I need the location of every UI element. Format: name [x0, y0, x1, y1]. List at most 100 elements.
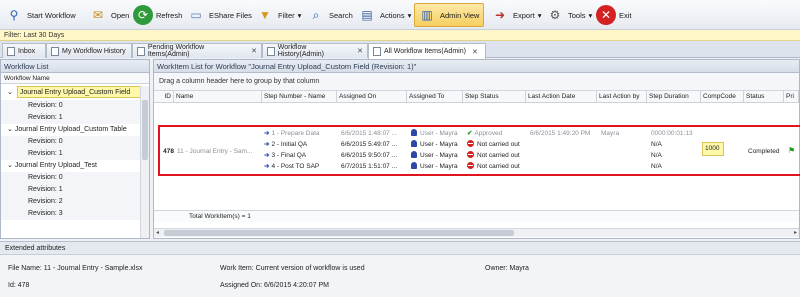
- file-name-value: File Name: 11 - Journal Entry - Sample.x…: [8, 265, 143, 272]
- highlight-box: [158, 125, 800, 176]
- tree-node-revision[interactable]: Revision: 0: [1, 136, 141, 148]
- tree-node-workflow[interactable]: ⌄ Journal Entry Upload_Custom Table: [1, 124, 141, 136]
- toolbar: ⚲ Start Workflow ✉ Open ⟳ Refresh ▭ ESha…: [0, 0, 800, 30]
- expand-chevron-icon[interactable]: ⌄: [7, 162, 13, 169]
- tab-label: All Workflow Items(Admin): [384, 48, 466, 55]
- open-label: Open: [111, 10, 130, 20]
- refresh-label: Refresh: [156, 10, 183, 20]
- column-header-step[interactable]: Step Number - Name: [262, 91, 337, 103]
- tab-label: My Workflow History: [62, 47, 126, 55]
- column-header-step-duration[interactable]: Step Duration: [647, 91, 701, 103]
- admin-view-label: Admin View: [440, 10, 480, 20]
- envelope-icon: ✉: [92, 8, 104, 22]
- worklist-panel: WorkItem List for Workflow "Journal Entr…: [153, 59, 800, 239]
- group-by-hint[interactable]: Drag a column header here to group by th…: [154, 73, 799, 91]
- actions-label: Actions: [380, 10, 405, 20]
- tools-button[interactable]: ⚙ Tools ▾: [545, 3, 593, 27]
- start-workflow-button[interactable]: ⚲ Start Workflow: [4, 3, 76, 27]
- open-button[interactable]: ✉ Open: [88, 3, 129, 27]
- tab-my-workflow-history[interactable]: My Workflow History: [46, 43, 132, 58]
- export-arrow-icon: ➜: [494, 8, 506, 22]
- tree-node-workflow[interactable]: ⌄ Journal Entry Upload_Custom Field: [1, 86, 141, 100]
- column-header-status[interactable]: Status: [744, 91, 784, 103]
- tab-bar: Inbox My Workflow History Pending Workfl…: [0, 41, 800, 59]
- id-value: Id: 478: [8, 282, 30, 289]
- eshare-files-button[interactable]: ▭ EShare Files: [186, 3, 252, 27]
- tree-node-workflow[interactable]: ⌄ Journal Entry Upload_Test: [1, 160, 141, 172]
- close-icon[interactable]: ✕: [357, 47, 363, 55]
- worklist-title: WorkItem List for Workflow "Journal Entr…: [154, 60, 799, 73]
- tab-inbox[interactable]: Inbox: [2, 43, 46, 58]
- assigned-on-value: Assigned On: 6/6/2015 4:20:07 PM: [220, 282, 329, 289]
- tab-workflow-history[interactable]: Workflow History(Admin) ✕: [262, 43, 368, 58]
- tree-node-revision[interactable]: Revision: 1: [1, 148, 141, 160]
- tree-node-label: Journal Entry Upload_Custom Table: [14, 126, 127, 133]
- expand-chevron-icon[interactable]: ⌄: [7, 89, 13, 96]
- scroll-left-icon[interactable]: ◂: [156, 229, 159, 238]
- exit-button[interactable]: ✕ Exit: [596, 3, 632, 27]
- tree-node-label: Journal Entry Upload_Custom Field: [16, 86, 141, 98]
- close-icon[interactable]: ✕: [472, 48, 478, 56]
- search-button[interactable]: ⌕ Search: [306, 3, 353, 27]
- export-button[interactable]: ➜ Export ▾: [490, 3, 541, 27]
- filter-button[interactable]: ▼ Filter ▾: [255, 3, 301, 27]
- export-label: Export: [513, 10, 535, 20]
- column-header-name[interactable]: Name: [174, 91, 262, 103]
- dropdown-arrow-icon: ▾: [297, 10, 302, 20]
- document-icon: [373, 47, 381, 56]
- tools-label: Tools: [568, 10, 586, 20]
- admin-view-icon: ▥: [421, 8, 433, 22]
- tree-node-revision[interactable]: Revision: 2: [1, 196, 141, 208]
- close-icon[interactable]: ✕: [251, 47, 257, 55]
- column-header-step-status[interactable]: Step Status: [463, 91, 526, 103]
- tab-label: Inbox: [18, 47, 36, 55]
- refresh-button[interactable]: ⟳ Refresh: [133, 3, 182, 27]
- actions-document-icon: ▤: [361, 8, 373, 22]
- workflow-list-title: Workflow List: [1, 60, 149, 73]
- column-header-last-action-date[interactable]: Last Action Date: [526, 91, 597, 103]
- filter-label: Filter: [278, 10, 295, 20]
- close-icon: ✕: [596, 5, 616, 25]
- tree-node-label: Journal Entry Upload_Test: [14, 162, 97, 169]
- exit-label: Exit: [619, 10, 632, 20]
- column-header-id[interactable]: ID: [154, 91, 174, 103]
- expand-chevron-icon[interactable]: ⌄: [7, 126, 13, 133]
- scrollbar-thumb[interactable]: [164, 230, 514, 236]
- column-header-compcode[interactable]: CompCode: [701, 91, 744, 103]
- inbox-icon: [7, 46, 15, 56]
- scroll-right-icon[interactable]: ▸: [794, 229, 797, 238]
- document-icon: [51, 46, 59, 56]
- owner-value: Owner: Mayra: [485, 265, 529, 272]
- column-header-priority[interactable]: Pri: [784, 91, 799, 103]
- start-workflow-label: Start Workflow: [27, 10, 76, 20]
- admin-view-button[interactable]: ▥ Admin View: [414, 3, 485, 27]
- folder-icon: ▭: [190, 8, 202, 22]
- total-workitems: Total WorkItem(s) = 1: [154, 210, 799, 222]
- actions-button[interactable]: ▤ Actions ▾: [357, 3, 411, 27]
- tree-node-revision[interactable]: Revision: 0: [1, 100, 141, 112]
- work-item-value: Work Item: Current version of workflow i…: [220, 265, 365, 272]
- filter-status-bar: Filter: Last 30 Days: [0, 30, 800, 41]
- tree-node-revision[interactable]: Revision: 0: [1, 172, 141, 184]
- tab-label: Pending Workflow Items(Admin): [147, 44, 205, 58]
- tab-all-workflow-items[interactable]: All Workflow Items(Admin) ✕: [368, 43, 486, 59]
- refresh-icon: ⟳: [133, 5, 153, 25]
- column-header-last-action-by[interactable]: Last Action by: [597, 91, 647, 103]
- tab-pending-workflow-items[interactable]: Pending Workflow Items(Admin) ✕: [132, 43, 262, 58]
- column-header-assigned-on[interactable]: Assigned On: [337, 91, 407, 103]
- dropdown-arrow-icon: ▾: [537, 10, 542, 20]
- column-header-assigned-to[interactable]: Assigned To: [407, 91, 463, 103]
- workflow-icon: ⚲: [9, 8, 19, 22]
- horizontal-scrollbar[interactable]: ◂ ▸: [154, 228, 799, 237]
- dropdown-arrow-icon: ▾: [588, 10, 593, 20]
- vertical-scrollbar[interactable]: [140, 86, 149, 238]
- tab-label: Workflow History(Admin): [277, 44, 325, 58]
- tree-node-revision[interactable]: Revision: 1: [1, 112, 141, 124]
- tree-node-revision[interactable]: Revision: 3: [1, 208, 141, 220]
- dropdown-arrow-icon: ▾: [407, 10, 412, 20]
- search-icon: ⌕: [312, 7, 320, 22]
- workflow-name-header[interactable]: Workflow Name: [1, 73, 149, 84]
- tree-node-revision[interactable]: Revision: 1: [1, 184, 141, 196]
- document-icon: [137, 46, 145, 56]
- scrollbar-thumb[interactable]: [142, 100, 148, 160]
